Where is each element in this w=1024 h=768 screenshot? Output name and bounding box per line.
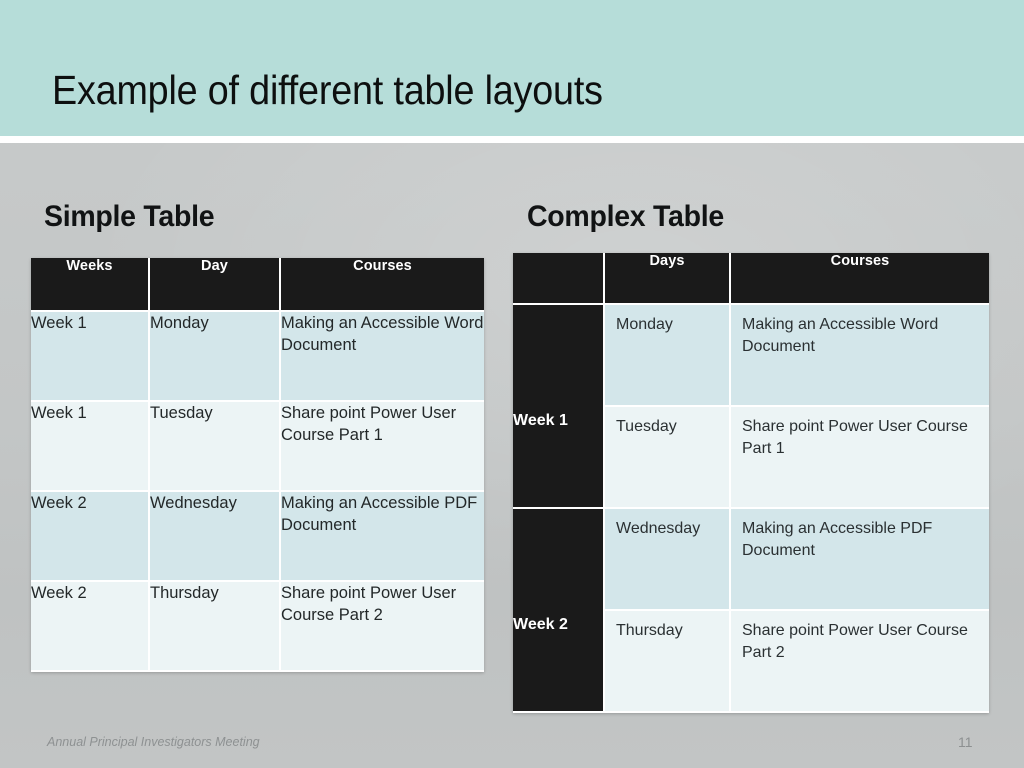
cell-day: Tuesday [605,407,731,509]
cell-day: Thursday [605,611,731,713]
table-row: Week 1 Monday Making an Accessible Word … [513,305,989,509]
cell-day: Monday [150,312,281,402]
cell-day: Monday [605,305,731,407]
title-band-divider [0,136,1024,143]
cell-week: Week 1 [31,402,150,492]
cell-week: Week 1 [31,312,150,402]
cell-course: Share point Power User Course Part 2 [731,611,989,713]
cell-course: Making an Accessible PDF Document [281,492,484,582]
complex-table-body: Week 1 Monday Making an Accessible Word … [513,305,989,713]
cell-day: Wednesday [605,509,731,611]
footer-text: Annual Principal Investigators Meeting [47,735,260,749]
cell-week: Week 2 [31,492,150,582]
column-header-blank [513,253,605,305]
column-header-day: Day [150,258,281,312]
cell-day: Wednesday [150,492,281,582]
simple-table-head: Weeks Day Courses [31,258,484,312]
table-header-row: Weeks Day Courses [31,258,484,312]
complex-table-heading: Complex Table [527,200,724,233]
complex-table: Days Courses Week 1 Monday Making an Acc… [513,253,989,713]
cell-course: Share point Power User Course Part 2 [281,582,484,672]
slide: Example of different table layouts Simpl… [0,0,1024,768]
cell-course: Share point Power User Course Part 1 [281,402,484,492]
table-row: Week 1 Monday Making an Accessible Word … [31,312,484,402]
page-number: 11 [958,734,973,750]
row-header-week: Week 1 [513,305,605,509]
table-row: Week 2 Wednesday Making an Accessible PD… [31,492,484,582]
cell-course: Share point Power User Course Part 1 [731,407,989,509]
cell-week: Week 2 [31,582,150,672]
table-header-row: Days Courses [513,253,989,305]
cell-course: Making an Accessible Word Document [731,305,989,407]
row-header-week: Week 2 [513,509,605,713]
cell-course: Making an Accessible Word Document [281,312,484,402]
simple-table: Weeks Day Courses Week 1 Monday Making a… [31,258,484,672]
page-title: Example of different table layouts [52,67,603,113]
simple-table-body: Week 1 Monday Making an Accessible Word … [31,312,484,672]
table-row: Week 2 Wednesday Making an Accessible PD… [513,509,989,713]
table-row: Week 1 Tuesday Share point Power User Co… [31,402,484,492]
column-header-courses: Courses [281,258,484,312]
complex-table-head: Days Courses [513,253,989,305]
column-header-weeks: Weeks [31,258,150,312]
cell-course: Making an Accessible PDF Document [731,509,989,611]
table-row: Week 2 Thursday Share point Power User C… [31,582,484,672]
simple-table-heading: Simple Table [44,200,215,233]
cell-day: Thursday [150,582,281,672]
column-header-courses: Courses [731,253,989,305]
column-header-days: Days [605,253,731,305]
cell-day: Tuesday [150,402,281,492]
